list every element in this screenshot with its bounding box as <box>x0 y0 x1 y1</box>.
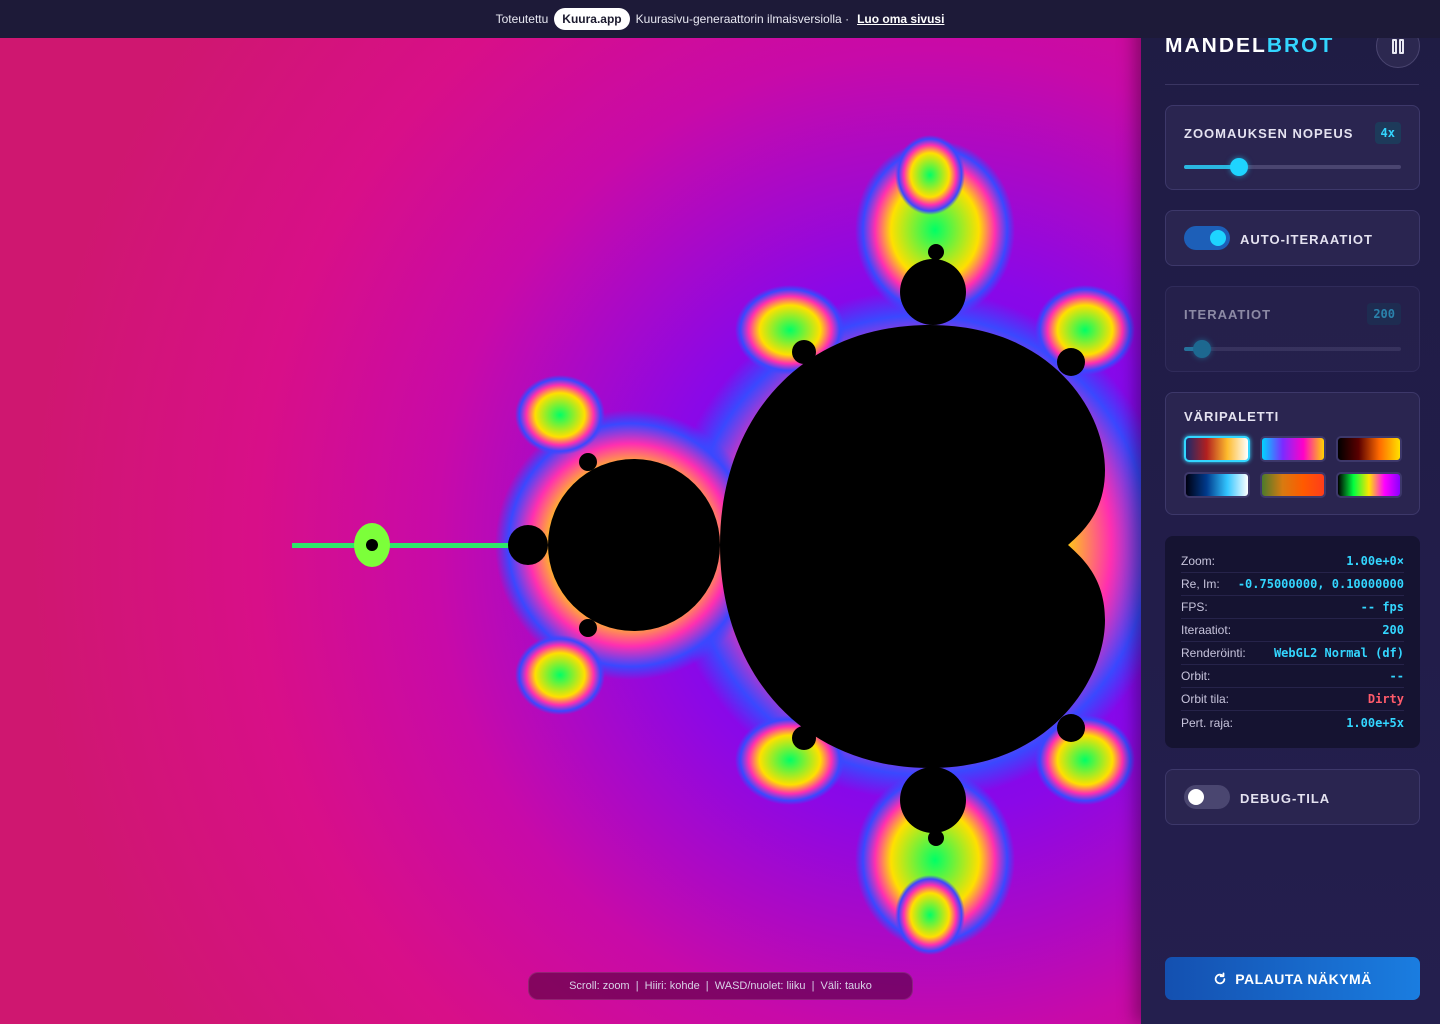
info-row: Orbit tila: Dirty <box>1181 688 1404 711</box>
header-divider <box>1165 84 1419 85</box>
toggle-knob <box>1188 789 1204 805</box>
info-row: Orbit: -- <box>1181 665 1404 688</box>
info-key: Re, Im: <box>1181 577 1220 591</box>
iterations-label: ITERAATIOT <box>1184 307 1272 322</box>
palette-autumn-swatch[interactable] <box>1260 472 1326 498</box>
zoom-speed-fill <box>1184 165 1234 169</box>
zoom-speed-slider[interactable] <box>1184 158 1401 176</box>
controls-hint-text: Scroll: zoom | Hiiri: kohde | WASD/nuole… <box>569 980 872 992</box>
palette-card: VÄRIPALETTI <box>1165 392 1420 515</box>
info-row: Pert. raja: 1.00e+5x <box>1181 711 1404 734</box>
info-value: 200 <box>1382 623 1404 637</box>
palette-rainbow-swatch[interactable] <box>1336 472 1402 498</box>
auto-iterations-card: AUTO-ITERAATIOT <box>1165 210 1420 266</box>
pause-icon <box>1391 38 1405 54</box>
banner-brand-pill[interactable]: Kuura.app <box>554 8 630 30</box>
banner-prefix: Toteutettu <box>495 12 549 26</box>
info-value: -- fps <box>1360 600 1404 614</box>
info-key: Zoom: <box>1181 554 1216 568</box>
iterations-thumb[interactable] <box>1193 340 1211 358</box>
reset-view-button[interactable]: PALAUTA NÄKYMÄ <box>1165 957 1420 1000</box>
info-row: Renderöinti: WebGL2 Normal (df) <box>1181 642 1404 665</box>
palette-neon-swatch[interactable] <box>1260 436 1326 462</box>
info-key: Orbit: <box>1181 669 1211 683</box>
info-value: WebGL2 Normal (df) <box>1273 646 1404 660</box>
palette-classic-swatch[interactable] <box>1184 436 1250 462</box>
palette-ocean-swatch[interactable] <box>1184 472 1250 498</box>
info-value: -- <box>1389 669 1404 683</box>
iterations-slider[interactable] <box>1184 340 1401 358</box>
zoom-speed-value: 4x <box>1374 122 1401 144</box>
info-key: Renderöinti: <box>1181 646 1246 660</box>
info-value: 1.00e+0× <box>1346 554 1404 568</box>
banner-suffix: Kuurasivu-generaattorin ilmaisversiolla … <box>635 12 850 26</box>
debug-toggle[interactable] <box>1184 785 1230 809</box>
control-sidebar: MANDELBROT ZOOMAUKSEN NOPEUS 4x AUTO-ITE… <box>1141 0 1440 1024</box>
info-panel: Zoom: 1.00e+0× Re, Im: -0.75000000, 0.10000… <box>1165 536 1420 748</box>
info-row: Iteraatiot: 200 <box>1181 619 1404 642</box>
promo-banner: Toteutettu Kuura.app Kuurasivu-generaatt… <box>0 0 1440 38</box>
info-row: Re, Im: -0.75000000, 0.10000000 <box>1181 573 1404 596</box>
info-key: FPS: <box>1181 600 1208 614</box>
info-key: Iteraatiot: <box>1181 623 1232 637</box>
reset-view-label: PALAUTA NÄKYMÄ <box>1235 970 1372 987</box>
palette-fire-swatch[interactable] <box>1336 436 1402 462</box>
debug-label: DEBUG-TILA <box>1240 791 1331 806</box>
zoom-speed-thumb[interactable] <box>1230 158 1248 176</box>
debug-card: DEBUG-TILA <box>1165 769 1420 825</box>
auto-iterations-label: AUTO-ITERAATIOT <box>1240 232 1373 247</box>
info-value: Dirty <box>1367 692 1404 706</box>
info-value: 1.00e+5x <box>1346 715 1404 730</box>
iterations-value: 200 <box>1367 303 1401 325</box>
info-key: Orbit tila: <box>1181 692 1230 706</box>
toggle-knob <box>1210 230 1226 246</box>
info-row: FPS: -- fps <box>1181 596 1404 619</box>
auto-iterations-toggle[interactable] <box>1184 226 1230 250</box>
info-key: Pert. raja: <box>1181 715 1234 730</box>
zoom-speed-card: ZOOMAUKSEN NOPEUS 4x <box>1165 105 1420 190</box>
zoom-speed-label: ZOOMAUKSEN NOPEUS <box>1184 126 1354 141</box>
create-page-link[interactable]: Luo oma sivusi <box>857 12 944 26</box>
info-row: Zoom: 1.00e+0× <box>1181 550 1404 573</box>
info-value: -0.75000000, 0.10000000 <box>1237 577 1404 591</box>
palette-label: VÄRIPALETTI <box>1184 409 1280 424</box>
refresh-icon <box>1214 971 1226 984</box>
controls-hint: Scroll: zoom | Hiiri: kohde | WASD/nuole… <box>528 972 913 1000</box>
iterations-card: ITERAATIOT 200 <box>1165 286 1420 372</box>
